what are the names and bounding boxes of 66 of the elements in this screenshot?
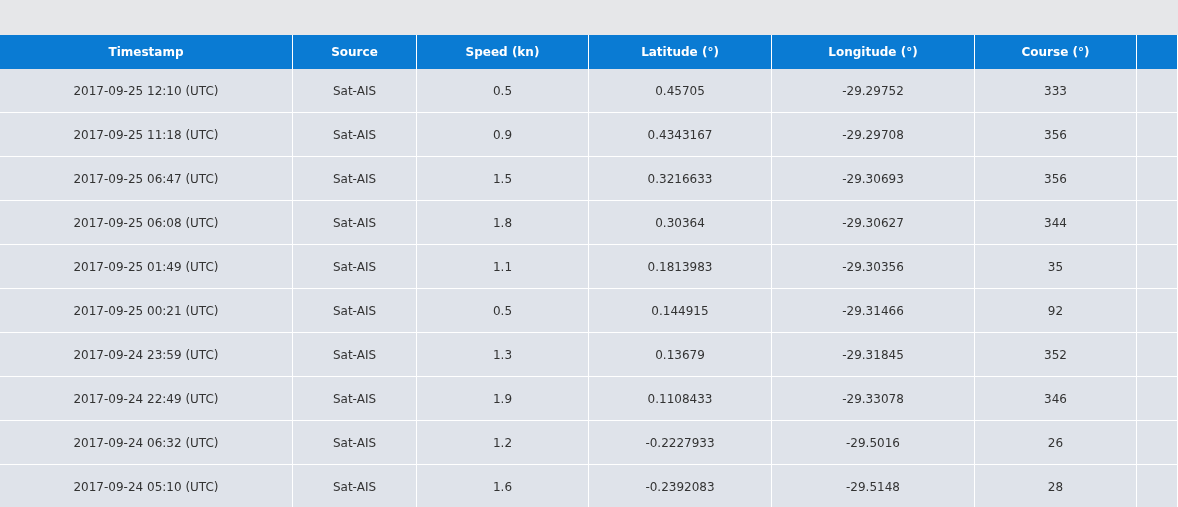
table-cell: 0.144915 bbox=[589, 289, 772, 332]
table-cell: 0.13679 bbox=[589, 333, 772, 376]
table-cell: 1.3 bbox=[417, 333, 589, 376]
table-cell: -29.5148 bbox=[772, 465, 975, 507]
table-cell: 2017-09-24 23:59 (UTC) bbox=[0, 333, 293, 376]
table-cell: 1.8 bbox=[417, 201, 589, 244]
table-cell: Sat-AIS bbox=[293, 69, 417, 112]
table-cell: Sat-AIS bbox=[293, 245, 417, 288]
table-cell: Sat-AIS bbox=[293, 201, 417, 244]
table-cell: Sat-AIS bbox=[293, 157, 417, 200]
table-cell: -0.2392083 bbox=[589, 465, 772, 507]
table-cell: -29.30356 bbox=[772, 245, 975, 288]
table-cell: 0.1108433 bbox=[589, 377, 772, 420]
column-header[interactable]: Timestamp bbox=[0, 35, 293, 69]
table-cell: -29.30693 bbox=[772, 157, 975, 200]
table-cell: 2017-09-25 12:10 (UTC) bbox=[0, 69, 293, 112]
table-cell: 333 bbox=[975, 69, 1137, 112]
table-cell: 0.45705 bbox=[589, 69, 772, 112]
table-cell: -29.31466 bbox=[772, 289, 975, 332]
table-cell: 356 bbox=[975, 113, 1137, 156]
table-cell: 2017-09-25 00:21 (UTC) bbox=[0, 289, 293, 332]
table-cell: Sat-AIS bbox=[293, 377, 417, 420]
table-cell: 2017-09-25 06:47 (UTC) bbox=[0, 157, 293, 200]
column-header[interactable]: Course (°) bbox=[975, 35, 1137, 69]
table-cell: 356 bbox=[975, 157, 1137, 200]
table-cell: -29.31845 bbox=[772, 333, 975, 376]
table-cell: 352 bbox=[975, 333, 1137, 376]
table-cell: -29.33078 bbox=[772, 377, 975, 420]
table-cell: 1.6 bbox=[417, 465, 589, 507]
table-cell: 28 bbox=[975, 465, 1137, 507]
table-cell: 344 bbox=[975, 201, 1137, 244]
table-cell: -29.29708 bbox=[772, 113, 975, 156]
table-cell: Sat-AIS bbox=[293, 113, 417, 156]
table-cell: 0.1813983 bbox=[589, 245, 772, 288]
table-cell: 2017-09-25 01:49 (UTC) bbox=[0, 245, 293, 288]
table-cell: 92 bbox=[975, 289, 1137, 332]
table-cell: 0.5 bbox=[417, 69, 589, 112]
table-cell: 1.1 bbox=[417, 245, 589, 288]
table-cell: 0.5 bbox=[417, 289, 589, 332]
column-header[interactable]: Source bbox=[293, 35, 417, 69]
table-cell: 0.4343167 bbox=[589, 113, 772, 156]
table-cell: -29.5016 bbox=[772, 421, 975, 464]
table-cell: 0.3216633 bbox=[589, 157, 772, 200]
table-cell: 35 bbox=[975, 245, 1137, 288]
column-header[interactable]: Latitude (°) bbox=[589, 35, 772, 69]
table-cell: 2017-09-24 22:49 (UTC) bbox=[0, 377, 293, 420]
table-cell: 346 bbox=[975, 377, 1137, 420]
table-cell: -0.2227933 bbox=[589, 421, 772, 464]
column-header[interactable]: Speed (kn) bbox=[417, 35, 589, 69]
table-cell: 1.2 bbox=[417, 421, 589, 464]
table-cell: 2017-09-24 05:10 (UTC) bbox=[0, 465, 293, 507]
table-cell: 1.9 bbox=[417, 377, 589, 420]
table-cell: 2017-09-25 06:08 (UTC) bbox=[0, 201, 293, 244]
table-cell: 2017-09-24 06:32 (UTC) bbox=[0, 421, 293, 464]
table-cell: Sat-AIS bbox=[293, 421, 417, 464]
table-cell: 0.9 bbox=[417, 113, 589, 156]
table-cell: Sat-AIS bbox=[293, 333, 417, 376]
column-header[interactable]: Longitude (°) bbox=[772, 35, 975, 69]
table-cell: 2017-09-25 11:18 (UTC) bbox=[0, 113, 293, 156]
table-cell: -29.30627 bbox=[772, 201, 975, 244]
table-cell: Sat-AIS bbox=[293, 289, 417, 332]
table-cell: 0.30364 bbox=[589, 201, 772, 244]
table-cell: -29.29752 bbox=[772, 69, 975, 112]
table-cell: 1.5 bbox=[417, 157, 589, 200]
table-cell: Sat-AIS bbox=[293, 465, 417, 507]
table-cell: 26 bbox=[975, 421, 1137, 464]
